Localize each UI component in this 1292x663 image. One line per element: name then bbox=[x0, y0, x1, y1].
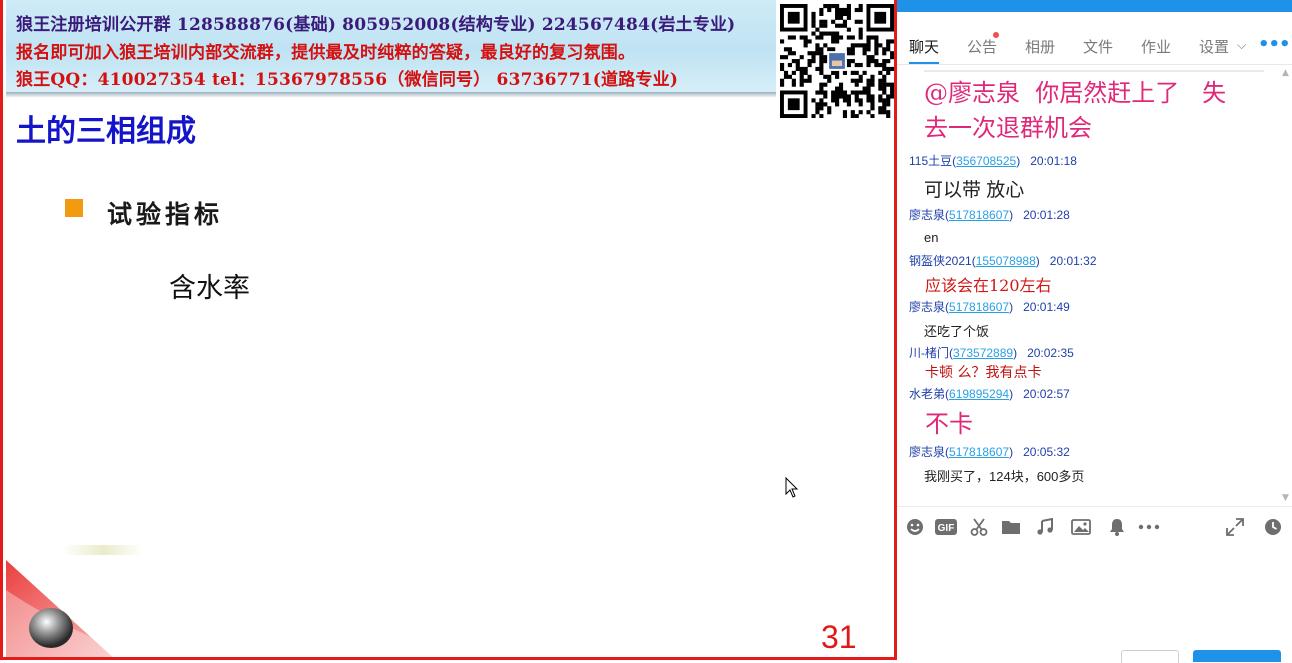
input-toolbar: GIF bbox=[897, 510, 1292, 542]
sender-name: 115土豆 bbox=[909, 154, 953, 168]
sender-qq-link[interactable]: 373572889 bbox=[953, 346, 1013, 360]
message-time: 20:05:32 bbox=[1023, 445, 1070, 459]
message-sender: 廖志泉(517818607) 20:01:49 bbox=[909, 300, 1070, 314]
message-content: 应该会在120左右 bbox=[925, 276, 1052, 295]
banner-line-2: 报名即可加入狼王培训内部交流群，提供最及时纯粹的答疑，最良好的复习氛围。 bbox=[16, 43, 636, 63]
banner-shadow bbox=[6, 92, 776, 98]
bullet-square-icon bbox=[65, 199, 83, 217]
faint-decoration bbox=[63, 545, 143, 555]
gif-label: GIF bbox=[938, 523, 955, 534]
message-time: 20:01:18 bbox=[1030, 154, 1077, 168]
message-content: @廖志泉 你居然赶上了 失 去一次退群机会 bbox=[924, 79, 1227, 142]
message-time: 20:01:32 bbox=[1049, 254, 1097, 268]
message-time: 20:01:28 bbox=[1023, 208, 1070, 222]
clock-icon[interactable] bbox=[1263, 517, 1283, 537]
divider bbox=[924, 70, 1264, 72]
chat-tabs: 聊天 公告 相册 文件 作业 设置 ⌵ ••• bbox=[897, 28, 1292, 64]
page-number: 31 bbox=[821, 619, 857, 655]
message-content: 我刚买了，124块，600多页 bbox=[924, 469, 1085, 484]
bullet-heading: 试验指标 bbox=[107, 200, 224, 229]
bell-icon[interactable] bbox=[1107, 517, 1127, 537]
message-content: 卡顿 么？我有点卡 bbox=[925, 365, 1042, 381]
message-content: 可以带 放心 bbox=[924, 180, 1025, 201]
sender-qq-link[interactable]: 517818607 bbox=[949, 445, 1009, 459]
folder-icon[interactable] bbox=[1001, 517, 1021, 537]
sender-name: 廖志泉 bbox=[909, 445, 946, 459]
sender-name: 钢盔侠2021 bbox=[909, 254, 972, 268]
message-time: 20:01:49 bbox=[1023, 300, 1070, 314]
slide-title: 土的三相组成 bbox=[16, 114, 196, 149]
message-sender: 水老弟(619895294) 20:02:57 bbox=[909, 387, 1070, 401]
message-time: 20:02:57 bbox=[1023, 387, 1070, 401]
image-icon[interactable] bbox=[1071, 517, 1091, 537]
music-icon[interactable] bbox=[1035, 517, 1055, 537]
tab-divider bbox=[897, 64, 1292, 65]
message-time: 20:02:35 bbox=[1027, 346, 1074, 360]
scissors-icon[interactable] bbox=[969, 517, 989, 537]
sender-qq-link[interactable]: 517818607 bbox=[949, 208, 1009, 222]
sender-name: 川-楮门 bbox=[909, 346, 949, 360]
message-content: en bbox=[924, 230, 939, 245]
sender-name: 水老弟 bbox=[909, 387, 946, 401]
tab-notice[interactable]: 公告 bbox=[967, 36, 997, 57]
send-button[interactable] bbox=[1193, 650, 1281, 662]
scroll-down-icon[interactable]: ▼ bbox=[1282, 493, 1289, 503]
message-sender: 115土豆(356708525) 20:01:18 bbox=[909, 154, 1077, 168]
tab-album[interactable]: 相册 bbox=[1025, 36, 1055, 57]
more-icon[interactable] bbox=[1137, 517, 1161, 537]
window-title-bar bbox=[897, 0, 1292, 12]
slide-area: 狼王注册培训公开群 128588876(基础) 805952008(结构专业) … bbox=[0, 0, 897, 660]
message-sender: 川-楮门(373572889) 20:02:35 bbox=[909, 346, 1074, 360]
message-list[interactable]: @廖志泉 你居然赶上了 失 去一次退群机会 115土豆(356708525) 20… bbox=[897, 66, 1292, 506]
sender-name: 廖志泉 bbox=[909, 300, 946, 314]
bullet-subitem: 含水率 bbox=[169, 273, 250, 304]
banner-line-3: 狼王QQ：410027354 tel：15367978556（微信同号） 637… bbox=[16, 70, 679, 90]
group-chat-panel: 聊天 公告 相册 文件 作业 设置 ⌵ ••• @廖志泉 你居然赶上了 失 去一… bbox=[897, 0, 1292, 663]
expand-icon[interactable] bbox=[1225, 517, 1245, 537]
mouse-cursor-icon bbox=[785, 477, 799, 498]
tab-chat[interactable]: 聊天 bbox=[909, 36, 939, 57]
sender-qq-link[interactable]: 155078988 bbox=[976, 254, 1036, 268]
message-sender: 钢盔侠2021(155078988) 20:01:32 bbox=[909, 254, 1097, 268]
corner-decoration-icon bbox=[6, 560, 139, 657]
qr-code bbox=[780, 4, 894, 118]
notice-unread-dot-icon bbox=[993, 32, 999, 38]
message-sender: 廖志泉(517818607) 20:01:28 bbox=[909, 208, 1070, 222]
promo-banner: 狼王注册培训公开群 128588876(基础) 805952008(结构专业) … bbox=[6, 0, 776, 92]
message-content: 不卡 bbox=[925, 410, 973, 438]
sender-qq-link[interactable]: 517818607 bbox=[949, 300, 1009, 314]
message-content: 还吃了个饭 bbox=[924, 324, 990, 339]
tab-settings[interactable]: 设置 bbox=[1199, 36, 1229, 57]
message-sender: 廖志泉(517818607) 20:05:32 bbox=[909, 445, 1070, 459]
sender-qq-link[interactable]: 619895294 bbox=[949, 387, 1009, 401]
gif-icon[interactable]: GIF bbox=[935, 517, 957, 537]
scroll-up-icon[interactable]: ▲ bbox=[1282, 68, 1289, 78]
chevron-down-icon[interactable]: ⌵ bbox=[1237, 38, 1246, 53]
banner-line-1: 狼王注册培训公开群 128588876(基础) 805952008(结构专业) … bbox=[16, 15, 736, 35]
tab-homework[interactable]: 作业 bbox=[1141, 36, 1171, 57]
more-options-icon[interactable]: ••• bbox=[1258, 34, 1291, 55]
close-button[interactable] bbox=[1121, 650, 1179, 663]
sender-name: 廖志泉 bbox=[909, 208, 946, 222]
input-divider bbox=[897, 506, 1292, 507]
emoji-icon[interactable] bbox=[905, 517, 925, 537]
sender-qq-link[interactable]: 356708525 bbox=[956, 154, 1016, 168]
tab-files[interactable]: 文件 bbox=[1083, 36, 1113, 57]
